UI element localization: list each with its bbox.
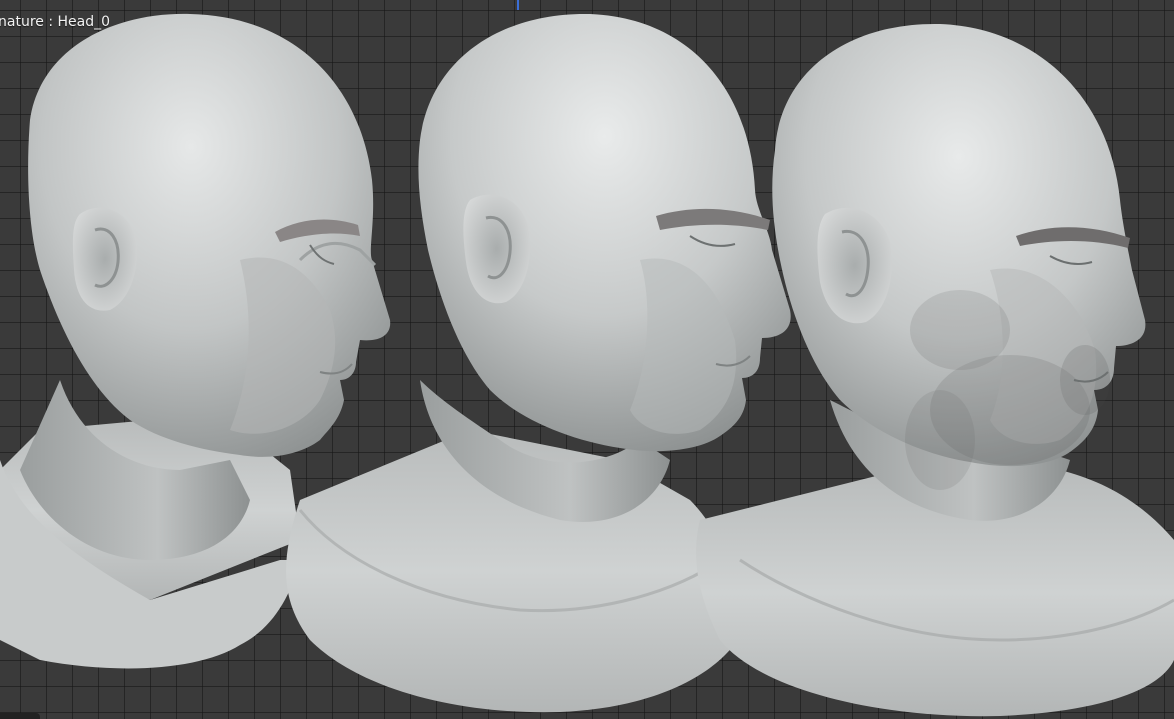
object-name-label: nature : Head_0 xyxy=(0,14,111,30)
axis-marker xyxy=(517,0,519,10)
head-right[interactable] xyxy=(696,23,1174,717)
viewport-corner-handle[interactable] xyxy=(0,713,40,719)
3d-viewport[interactable]: nature : Head_0 xyxy=(0,0,1174,719)
sculpt-heads-render xyxy=(0,13,1174,717)
